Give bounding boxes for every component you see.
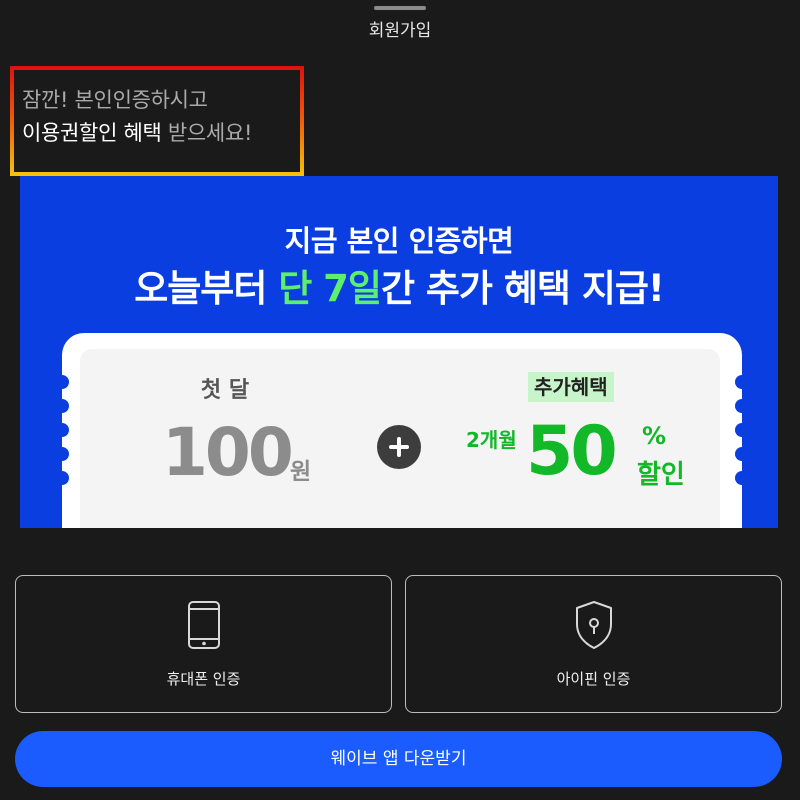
ticket-notch xyxy=(735,471,749,485)
phone-auth-button[interactable]: 휴대폰 인증 xyxy=(15,575,392,713)
banner-line-1: 지금 본인 인증하면 xyxy=(284,224,514,258)
ipin-auth-button[interactable]: 아이핀 인증 xyxy=(405,575,782,713)
headline-line-1: 잠깐! 본인인증하시고 xyxy=(22,88,208,112)
discount-value: 50 xyxy=(526,412,618,491)
ticket-notch xyxy=(55,375,69,389)
signup-sheet: 회원가입 잠깐! 본인인증하시고 이용권할인 혜택 받으세요! 지금 본인 인증… xyxy=(0,0,800,800)
extra-benefit-badge: 추가혜택 xyxy=(528,372,614,402)
sheet-drag-handle[interactable] xyxy=(374,6,426,10)
ticket-notch xyxy=(55,423,69,437)
percent-sign: % xyxy=(642,422,667,450)
ticket-notch xyxy=(55,447,69,461)
plus-icon xyxy=(377,425,421,469)
discount-word: 할인 xyxy=(637,460,685,490)
headline-line-2: 이용권할인 혜택 받으세요! xyxy=(22,117,252,150)
headline-highlight-box: 잠깐! 본인인증하시고 이용권할인 혜택 받으세요! xyxy=(10,66,304,176)
ipin-auth-label: 아이핀 인증 xyxy=(556,670,631,688)
first-month-label: 첫 달 xyxy=(200,378,250,403)
phone-auth-label: 휴대폰 인증 xyxy=(166,670,241,688)
banner-line-2-part-1: 오늘부터 xyxy=(134,267,279,310)
headline-highlight: 이용권할인 혜택 xyxy=(22,121,162,145)
price-unit: 원 xyxy=(290,459,312,485)
ticket-notch xyxy=(735,399,749,413)
banner-line-2-part-2: 간 추가 혜택 지급! xyxy=(380,267,665,310)
download-app-button[interactable]: 웨이브 앱 다운받기 xyxy=(15,731,782,787)
smartphone-icon xyxy=(187,600,221,654)
banner-line-2: 오늘부터 단 7일간 추가 혜택 지급! xyxy=(20,258,778,312)
ticket-notch xyxy=(55,399,69,413)
promo-banner: 지금 본인 인증하면 오늘부터 단 7일간 추가 혜택 지급! 첫 달 100 … xyxy=(20,176,778,528)
ticket-notch xyxy=(735,447,749,461)
headline-line-2-rest: 받으세요! xyxy=(161,121,253,145)
months-label: 2개월 xyxy=(466,428,517,452)
ticket-notch xyxy=(735,375,749,389)
ticket-notch xyxy=(55,471,69,485)
sheet-title: 회원가입 xyxy=(368,21,432,41)
price-value: 100 xyxy=(162,414,294,491)
shield-keyhole-icon xyxy=(573,600,615,654)
headline-text: 잠깐! 본인인증하시고 이용권할인 혜택 받으세요! xyxy=(22,84,252,150)
banner-line-2-highlight: 단 7일 xyxy=(278,267,382,310)
ticket-notch xyxy=(735,423,749,437)
